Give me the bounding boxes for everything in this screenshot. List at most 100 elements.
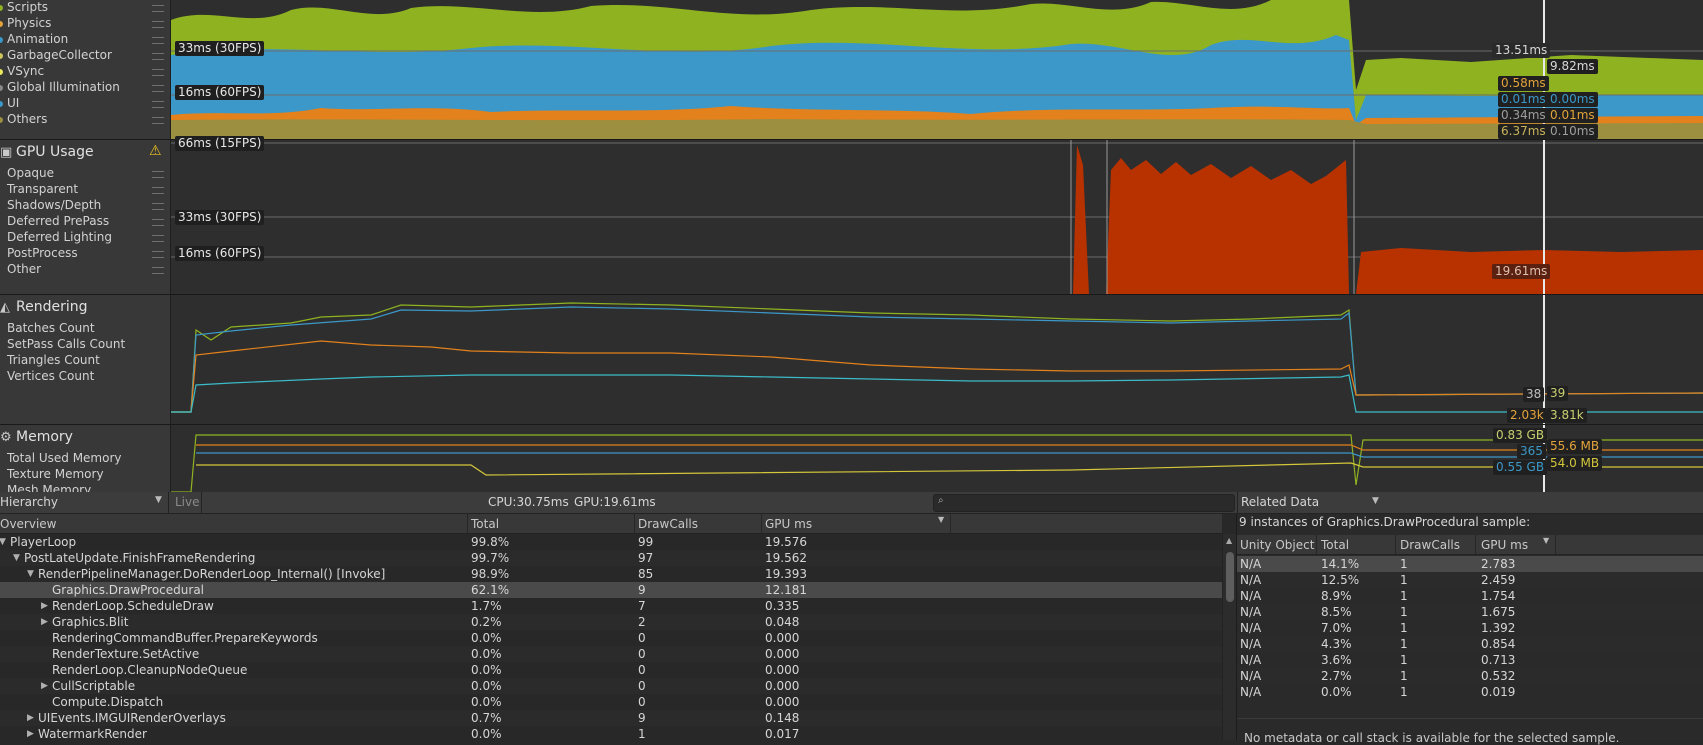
related-row[interactable]: N/A 4.3% 1 0.854 xyxy=(1237,636,1703,652)
cpu-chart[interactable] xyxy=(171,0,1703,139)
cpu-value-right-blue: 0.00ms xyxy=(1547,92,1598,107)
related-row[interactable]: N/A 12.5% 1 2.459 xyxy=(1237,572,1703,588)
drag-handle-icon[interactable] xyxy=(152,85,164,92)
expanded-arrow-icon[interactable]: ▼ xyxy=(0,534,6,550)
row-name: RenderingCommandBuffer.PrepareKeywords xyxy=(52,631,318,645)
col-overview[interactable]: Overview xyxy=(0,517,57,531)
collapsed-arrow-icon[interactable]: ▶ xyxy=(41,614,48,630)
hierarchy-scrollbar[interactable]: ▲ xyxy=(1222,534,1237,740)
gpu-module-title[interactable]: GPU Usage xyxy=(16,144,94,160)
cpu-item-physics[interactable]: Physics xyxy=(7,16,51,30)
rendering-item-setpass[interactable]: SetPass Calls Count xyxy=(7,337,125,351)
drag-handle-icon[interactable] xyxy=(152,235,164,242)
related-row[interactable]: N/A 7.0% 1 1.392 xyxy=(1237,620,1703,636)
table-row[interactable]: Graphics.DrawProcedural 62.1% 9 12.181 xyxy=(0,582,1222,598)
table-row[interactable]: ▶ RenderLoop.ScheduleDraw 1.7% 7 0.335 xyxy=(0,598,1222,614)
table-row[interactable]: ▶ Graphics.Blit 0.2% 2 0.048 xyxy=(0,614,1222,630)
rendering-module-title[interactable]: Rendering xyxy=(16,299,88,315)
col-unity-object[interactable]: Unity Object xyxy=(1240,538,1314,552)
scroll-up-icon[interactable]: ▲ xyxy=(1226,536,1232,545)
cpu-item-global-illumination[interactable]: Global Illumination xyxy=(7,80,120,94)
gpu-fps-60: 16ms (60FPS) xyxy=(175,246,265,261)
row-name: Graphics.DrawProcedural xyxy=(52,583,205,597)
drag-handle-icon[interactable] xyxy=(152,69,164,76)
gpu-item-postprocess[interactable]: PostProcess xyxy=(7,246,78,260)
rendering-item-batches[interactable]: Batches Count xyxy=(7,321,95,335)
scroll-thumb[interactable] xyxy=(1226,552,1234,602)
drag-handle-icon[interactable] xyxy=(152,251,164,258)
gpu-item-opaque[interactable]: Opaque xyxy=(7,166,54,180)
related-row[interactable]: N/A 2.7% 1 0.532 xyxy=(1237,668,1703,684)
gpu-item-deferred-prepass[interactable]: Deferred PrePass xyxy=(7,214,109,228)
related-gpu: 1.754 xyxy=(1481,589,1516,603)
col-total[interactable]: Total xyxy=(1321,538,1349,552)
drag-handle-icon[interactable] xyxy=(152,53,164,60)
cpu-item-garbagecollector[interactable]: GarbageCollector xyxy=(7,48,112,62)
drag-handle-icon[interactable] xyxy=(152,267,164,274)
drag-handle-icon[interactable] xyxy=(152,171,164,178)
related-summary: 9 instances of Graphics.DrawProcedural s… xyxy=(1239,515,1531,529)
drag-handle-icon[interactable] xyxy=(152,21,164,28)
table-row[interactable]: ▶ CullScriptable 0.0% 0 0.000 xyxy=(0,678,1222,694)
table-row[interactable]: ▼ PlayerLoop 99.8% 99 19.576 xyxy=(0,534,1222,550)
table-row[interactable]: RenderingCommandBuffer.PrepareKeywords 0.… xyxy=(0,630,1222,646)
table-row[interactable]: RenderLoop.CleanupNodeQueue 0.0% 0 0.000 xyxy=(0,662,1222,678)
cpu-item-vsync[interactable]: VSync xyxy=(7,64,44,78)
rendering-item-triangles[interactable]: Triangles Count xyxy=(7,353,100,367)
col-gpu-ms[interactable]: GPU ms xyxy=(765,517,812,531)
table-row[interactable]: ▶ UIEvents.IMGUIRenderOverlays 0.7% 9 0.148 xyxy=(0,710,1222,726)
drag-handle-icon[interactable] xyxy=(152,101,164,108)
related-row[interactable]: N/A 0.0% 1 0.019 xyxy=(1237,684,1703,700)
col-drawcalls[interactable]: DrawCalls xyxy=(638,517,698,531)
cpu-fps-60: 16ms (60FPS) xyxy=(175,85,265,100)
view-select[interactable]: Hierarchy ▼ xyxy=(0,492,169,513)
drag-handle-icon[interactable] xyxy=(152,219,164,226)
live-toggle[interactable]: Live xyxy=(169,492,202,513)
drag-handle-icon[interactable] xyxy=(152,5,164,12)
rendering-item-vertices[interactable]: Vertices Count xyxy=(7,369,94,383)
related-data-select[interactable]: Related Data ▼ xyxy=(1237,492,1386,513)
memory-item-texture[interactable]: Texture Memory xyxy=(7,467,104,481)
table-row[interactable]: RenderTexture.SetActive 0.0% 0 0.000 xyxy=(0,646,1222,662)
gpu-item-transparent[interactable]: Transparent xyxy=(7,182,78,196)
table-row[interactable]: ▼ PostLateUpdate.FinishFrameRendering 99.7… xyxy=(0,550,1222,566)
collapsed-arrow-icon[interactable]: ▶ xyxy=(41,678,48,694)
related-row[interactable]: N/A 14.1% 1 2.783 xyxy=(1237,556,1703,572)
related-row[interactable]: N/A 8.5% 1 1.675 xyxy=(1237,604,1703,620)
related-obj: N/A xyxy=(1240,605,1262,619)
related-row[interactable]: N/A 3.6% 1 0.713 xyxy=(1237,652,1703,668)
memory-item-mesh[interactable]: Mesh Memory xyxy=(7,483,91,492)
collapsed-arrow-icon[interactable]: ▶ xyxy=(27,710,34,726)
rendering-chart[interactable] xyxy=(171,295,1703,424)
cpu-item-ui[interactable]: UI xyxy=(7,96,19,110)
warning-icon[interactable]: ⚠ xyxy=(149,143,162,159)
col-gpu-ms[interactable]: GPU ms xyxy=(1481,538,1528,552)
memory-module-title[interactable]: Memory xyxy=(16,429,73,445)
drag-handle-icon[interactable] xyxy=(152,187,164,194)
details-toolbar: Hierarchy ▼ Live CPU:30.75ms GPU:19.61ms… xyxy=(0,492,1703,514)
sort-desc-icon[interactable]: ▼ xyxy=(1543,536,1549,545)
collapsed-arrow-icon[interactable]: ▶ xyxy=(41,598,48,614)
gpu-item-deferred-lighting[interactable]: Deferred Lighting xyxy=(7,230,112,244)
drag-handle-icon[interactable] xyxy=(152,203,164,210)
table-row[interactable]: ▼ RenderPipelineManager.DoRenderLoop_Inte… xyxy=(0,566,1222,582)
gpu-item-other[interactable]: Other xyxy=(7,262,41,276)
expanded-arrow-icon[interactable]: ▼ xyxy=(27,566,34,582)
col-drawcalls[interactable]: DrawCalls xyxy=(1400,538,1460,552)
cpu-value-right-orange: 0.01ms xyxy=(1547,108,1598,123)
cpu-item-others[interactable]: Others xyxy=(7,112,47,126)
cpu-item-animation[interactable]: Animation xyxy=(7,32,68,46)
memory-item-total-used[interactable]: Total Used Memory xyxy=(7,451,122,465)
col-total[interactable]: Total xyxy=(471,517,499,531)
table-row[interactable]: Compute.Dispatch 0.0% 0 0.000 xyxy=(0,694,1222,710)
sort-desc-icon[interactable]: ▼ xyxy=(938,515,944,524)
expanded-arrow-icon[interactable]: ▼ xyxy=(13,550,20,566)
drag-handle-icon[interactable] xyxy=(152,37,164,44)
memory-chart[interactable] xyxy=(171,425,1703,492)
drag-handle-icon[interactable] xyxy=(152,117,164,124)
cpu-item-scripts[interactable]: Scripts xyxy=(7,0,48,14)
gpu-item-shadows-depth[interactable]: Shadows/Depth xyxy=(7,198,101,212)
related-row[interactable]: N/A 8.9% 1 1.754 xyxy=(1237,588,1703,604)
search-input[interactable]: ⌕ xyxy=(933,494,1235,512)
gpu-chart[interactable] xyxy=(171,140,1703,294)
